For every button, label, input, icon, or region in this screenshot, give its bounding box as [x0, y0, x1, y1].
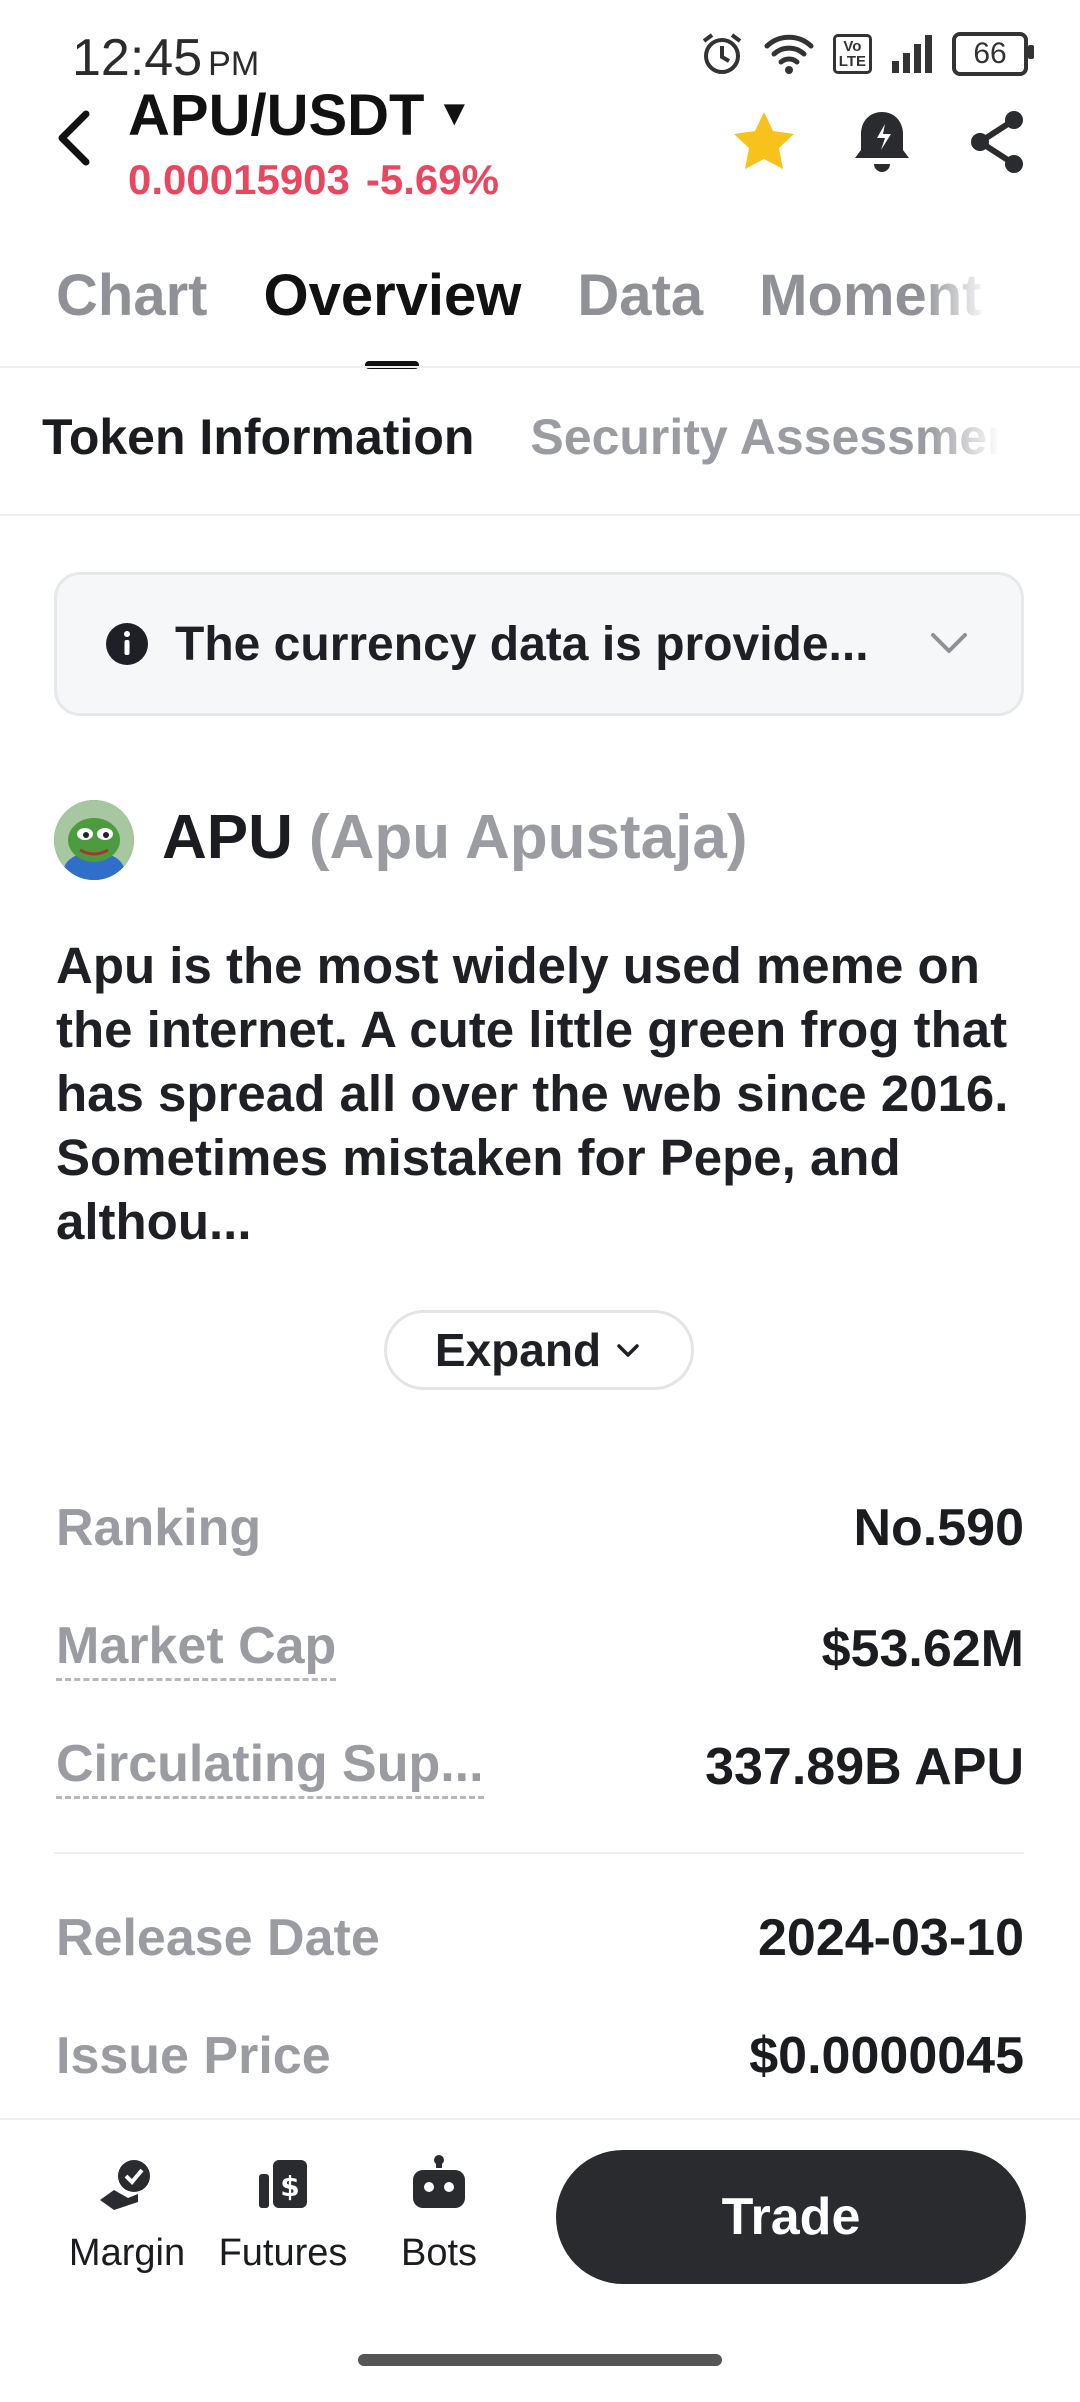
battery-level: 66 [973, 37, 1007, 70]
signal-icon [892, 35, 932, 73]
subtabs-divider [0, 514, 1080, 516]
subtab-security-assessment[interactable]: Security Assessment [530, 408, 1000, 466]
info-icon [106, 623, 148, 665]
detail-label: Issue Price [56, 2027, 331, 2085]
futures-icon: $ [259, 2160, 307, 2208]
star-favorite-icon[interactable] [728, 106, 800, 178]
alarm-icon [702, 33, 741, 74]
stat-label-tooltip[interactable]: Circulating Sup... [56, 1734, 484, 1799]
volte-icon: Vo LTE [832, 34, 872, 74]
tab-data[interactable]: Data [577, 262, 703, 329]
expand-button[interactable]: Expand [384, 1310, 694, 1390]
svg-text:$: $ [280, 2170, 299, 2203]
tab-overview[interactable]: Overview [263, 262, 521, 369]
expand-label: Expand [434, 1324, 602, 1376]
nav-label: Margin [68, 2232, 186, 2274]
token-logo [54, 800, 134, 880]
stat-value: No.590 [853, 1499, 1024, 1557]
caret-down-icon: ▼ [436, 92, 473, 133]
stat-row-ranking: Ranking No.590 [56, 1498, 1024, 1558]
ampm-text: PM [208, 45, 260, 83]
token-name: APU (Apu Apustaja) [162, 802, 747, 873]
detail-value: $0.0000045 [749, 2027, 1024, 2085]
detail-label: Release Date [56, 1909, 380, 1967]
main-tabs: Chart Overview Data Moment [56, 262, 989, 369]
tab-chart[interactable]: Chart [56, 262, 207, 329]
status-time: 12:45 PM [72, 28, 259, 88]
wifi-icon [764, 34, 814, 74]
share-icon[interactable] [966, 106, 1030, 178]
margin-icon [100, 2160, 150, 2210]
token-full-name: (Apu Apustaja) [308, 803, 748, 872]
sub-tabs: Token Information Security Assessment [42, 408, 1000, 466]
status-icons: Vo LTE 66 [699, 26, 1034, 82]
chevron-down-icon [931, 633, 967, 653]
nav-bots[interactable]: Bots [364, 2150, 514, 2275]
tabs-divider [0, 366, 1080, 368]
stats-divider [54, 1852, 1024, 1854]
stat-label: Ranking [56, 1499, 262, 1557]
price-alert-bell-icon[interactable] [850, 106, 914, 178]
data-source-notice[interactable]: The currency data is provide... [54, 572, 1024, 716]
chevron-down-icon [617, 1344, 639, 1357]
home-indicator[interactable] [358, 2354, 722, 2366]
battery-icon: 66 [952, 32, 1034, 76]
stat-value: $53.62M [821, 1619, 1024, 1678]
nav-futures[interactable]: $ Futures [208, 2150, 358, 2275]
stat-label-tooltip[interactable]: Market Cap [56, 1616, 337, 1681]
bots-icon [413, 2155, 465, 2208]
pair-selector[interactable]: APU/USDT ▼ [128, 82, 472, 149]
nav-margin[interactable]: Margin [52, 2150, 202, 2275]
nav-label: Futures [218, 2232, 348, 2274]
token-symbol: APU [162, 803, 293, 872]
subtab-token-information[interactable]: Token Information [42, 408, 474, 466]
stat-row-market-cap: Market Cap $53.62M [56, 1616, 1024, 1681]
detail-value: 2024-03-10 [758, 1909, 1024, 1967]
stat-row-circulating-supply: Circulating Sup... 337.89B APU [56, 1734, 1024, 1799]
nav-label: Bots [400, 2232, 478, 2274]
price-line: 0.00015903 -5.69% [128, 156, 499, 204]
notice-text: The currency data is provide... [175, 617, 869, 671]
stat-value: 337.89B APU [705, 1737, 1024, 1796]
detail-row-issue-price: Issue Price $0.0000045 [56, 2026, 1024, 2086]
token-description: Apu is the most widely used meme on the … [56, 937, 1009, 1250]
tab-moment[interactable]: Moment [759, 262, 989, 329]
trade-button[interactable]: Trade [556, 2150, 1026, 2284]
back-arrow-icon[interactable] [52, 108, 96, 168]
last-price: 0.00015903 [128, 156, 350, 203]
detail-row-release-date: Release Date 2024-03-10 [56, 1908, 1024, 1968]
price-change: -5.69% [365, 156, 499, 203]
pair-title: APU/USDT [128, 83, 425, 148]
time-text: 12:45 [72, 29, 203, 87]
